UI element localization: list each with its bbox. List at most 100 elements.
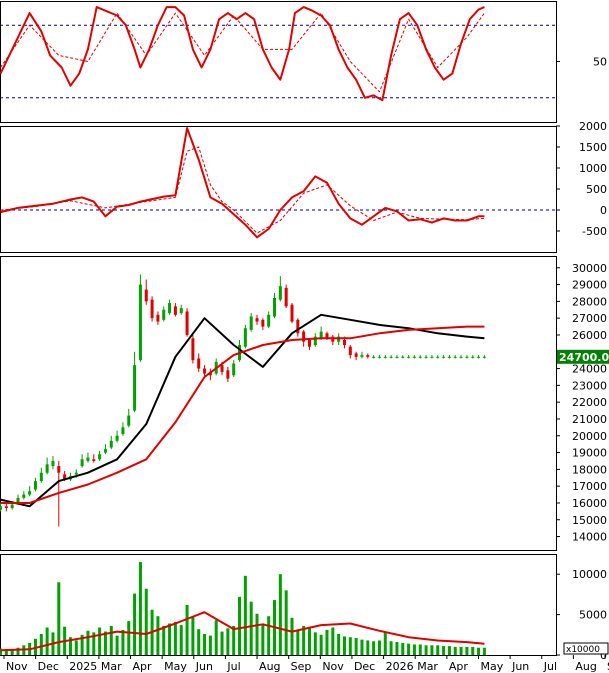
volume-bar bbox=[103, 631, 107, 655]
price-candle-body bbox=[127, 415, 131, 426]
volume-bar bbox=[348, 637, 352, 655]
volume-bar bbox=[482, 647, 486, 655]
volume-bar bbox=[115, 635, 119, 655]
volume-bar bbox=[185, 604, 189, 655]
volume-series-line-0 bbox=[0, 611, 485, 652]
volume-bar bbox=[243, 575, 247, 655]
price-candle-body bbox=[430, 356, 434, 358]
volume-bar bbox=[331, 627, 335, 655]
volume-bar bbox=[424, 645, 428, 655]
price-candle-body bbox=[80, 459, 84, 466]
price-candle-body bbox=[290, 304, 294, 322]
volume-bar bbox=[459, 646, 463, 655]
x-axis-tick-label: Apr bbox=[133, 660, 153, 673]
volume-bar bbox=[191, 616, 195, 655]
price-candle-body bbox=[453, 356, 457, 358]
volume-bar bbox=[214, 620, 218, 655]
volume-bar bbox=[395, 642, 399, 655]
momentum-ytick-label: 1500 bbox=[579, 141, 607, 154]
price-candle-body bbox=[156, 314, 160, 322]
volume-bar bbox=[442, 646, 446, 655]
price-candle-body bbox=[471, 356, 475, 358]
volume-bar bbox=[203, 633, 207, 655]
price-candle-body bbox=[278, 286, 282, 300]
price-candle-body bbox=[98, 454, 102, 460]
price-candle-body bbox=[150, 299, 154, 319]
volume-bar bbox=[354, 638, 358, 655]
price-ytick-label: 30000 bbox=[572, 262, 607, 275]
volume-bar bbox=[290, 617, 294, 655]
volume-bar bbox=[261, 625, 265, 655]
price-candle-body bbox=[28, 491, 32, 495]
volume-bar bbox=[220, 631, 224, 655]
momentum-ytick-label: -500 bbox=[582, 225, 607, 238]
volume-bar bbox=[319, 634, 323, 655]
price-candle-body bbox=[424, 356, 428, 358]
volume-bar bbox=[436, 645, 440, 655]
x-axis-tick-label: Mar bbox=[101, 660, 122, 673]
price-candle-body bbox=[86, 457, 90, 461]
price-candle-body bbox=[395, 356, 399, 358]
price-candle-body bbox=[185, 311, 189, 335]
price-ytick-label: 23000 bbox=[572, 379, 607, 392]
volume-bar bbox=[307, 627, 311, 655]
volume-bar bbox=[465, 646, 469, 655]
oscillator-series-line-0 bbox=[0, 6, 485, 102]
volume-bar bbox=[383, 631, 387, 655]
price-candle-body bbox=[57, 466, 61, 473]
volume-bar bbox=[127, 621, 131, 655]
volume-bar bbox=[407, 643, 411, 655]
price-candle-body bbox=[0, 506, 2, 510]
price-candle-body bbox=[39, 472, 43, 482]
price-candle-body bbox=[232, 363, 236, 376]
x-axis-tick-label: Aug bbox=[575, 660, 596, 673]
price-series-line-0 bbox=[0, 313, 485, 508]
price-candle-body bbox=[103, 449, 107, 453]
price-candle-body bbox=[284, 287, 288, 307]
price-candle-body bbox=[33, 481, 37, 490]
x-axis-tick-label: Dec bbox=[38, 660, 59, 673]
price-candle-body bbox=[45, 464, 49, 473]
price-candle-body bbox=[372, 356, 376, 358]
volume-bar bbox=[156, 616, 160, 655]
price-candle-body bbox=[115, 435, 119, 441]
price-candle-body bbox=[412, 356, 416, 358]
price-ytick-label: 21000 bbox=[572, 413, 607, 426]
volume-bar bbox=[313, 632, 317, 655]
chart-canvas: 502000150010005000-500300002900028000270… bbox=[0, 1, 609, 673]
x-axis-tick-label: Sep bbox=[291, 660, 312, 673]
price-candle-body bbox=[436, 356, 440, 358]
price-ytick-label: 28000 bbox=[572, 295, 607, 308]
price-candle-body bbox=[383, 356, 387, 358]
volume-multiplier-label: x10000 bbox=[566, 645, 600, 655]
price-candle-body bbox=[51, 460, 55, 466]
x-axis-tick-label: Mar bbox=[417, 660, 438, 673]
price-candle-body bbox=[360, 355, 364, 357]
volume-bar bbox=[98, 627, 102, 655]
price-candle-body bbox=[418, 356, 422, 358]
momentum-ytick-label: 1000 bbox=[579, 162, 607, 175]
price-candle-body bbox=[401, 356, 405, 358]
volume-bar bbox=[226, 628, 230, 655]
volume-bar bbox=[208, 635, 212, 655]
volume-bar bbox=[342, 636, 346, 655]
price-candle-body bbox=[133, 365, 137, 411]
price-ytick-label: 24000 bbox=[572, 363, 607, 376]
x-axis-tick-label: 2026 bbox=[386, 660, 414, 673]
volume-bar bbox=[57, 582, 61, 655]
x-axis-tick-label: May bbox=[164, 660, 187, 673]
volume-bar bbox=[249, 601, 253, 655]
price-candle-body bbox=[255, 318, 259, 322]
price-ytick-label: 16000 bbox=[572, 497, 607, 510]
x-axis-tick-label: Apr bbox=[449, 660, 469, 673]
price-ytick-label: 14000 bbox=[572, 531, 607, 544]
volume-bar bbox=[325, 629, 329, 655]
price-candle-body bbox=[109, 440, 113, 448]
volume-bar bbox=[144, 588, 148, 655]
momentum-ytick-label: 500 bbox=[586, 183, 607, 196]
price-candle-body bbox=[168, 303, 172, 314]
price-ytick-label: 20000 bbox=[572, 430, 607, 443]
price-candle-body bbox=[477, 356, 481, 358]
volume-bar bbox=[238, 596, 242, 655]
volume-bar bbox=[372, 641, 376, 655]
